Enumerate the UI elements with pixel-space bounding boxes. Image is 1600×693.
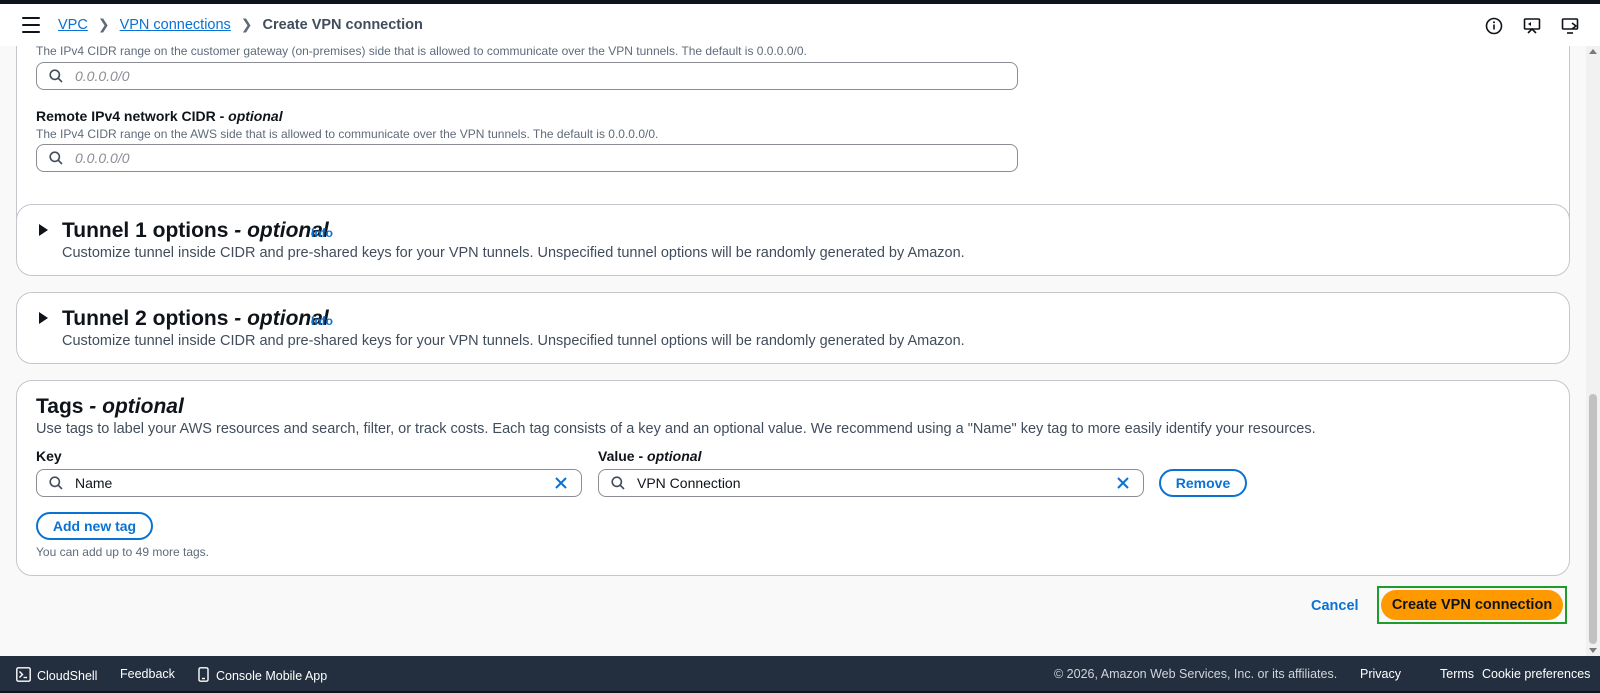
tunnel-2-description: Customize tunnel inside CIDR and pre-sha… xyxy=(62,333,965,349)
remove-tag-button[interactable]: Remove xyxy=(1159,469,1247,497)
tags-limit-hint: You can add up to 49 more tags. xyxy=(36,545,210,559)
create-button-highlight: Create VPN connection xyxy=(1377,586,1567,624)
remote-cidr-label-text: Remote IPv4 network CIDR - xyxy=(36,108,229,124)
console-mobile-app-link[interactable]: Console Mobile App xyxy=(198,667,327,685)
scroll-up-arrow-icon[interactable] xyxy=(1589,49,1597,54)
scroll-down-arrow-icon[interactable] xyxy=(1589,648,1597,653)
breadcrumb: VPC ❯ VPN connections ❯ Create VPN conne… xyxy=(58,16,423,33)
tunnel-2-info-link[interactable]: Info xyxy=(311,314,333,328)
tag-value-optional: optional xyxy=(647,448,702,464)
mobile-phone-icon xyxy=(198,667,210,685)
tags-title: Tags - optional xyxy=(36,395,184,419)
menu-icon[interactable] xyxy=(22,17,40,33)
clear-icon[interactable] xyxy=(553,475,569,491)
breadcrumb-vpn-connections[interactable]: VPN connections xyxy=(120,17,231,33)
search-icon xyxy=(49,475,65,491)
display-settings-icon[interactable] xyxy=(1560,16,1580,36)
local-cidr-placeholder: 0.0.0.0/0 xyxy=(75,68,130,84)
top-toolbar xyxy=(1484,16,1580,36)
tunnel-1-panel[interactable]: Tunnel 1 options - optional Info Customi… xyxy=(16,204,1570,276)
mobile-app-label: Console Mobile App xyxy=(216,669,328,683)
breadcrumb-current: Create VPN connection xyxy=(262,16,423,33)
tags-title-text: Tags xyxy=(36,395,84,418)
search-icon xyxy=(49,150,65,166)
tunnel-1-title[interactable]: Tunnel 1 options - optional xyxy=(62,219,329,243)
info-icon[interactable] xyxy=(1484,16,1504,36)
tunnel-2-title[interactable]: Tunnel 2 options - optional xyxy=(62,307,329,331)
terms-link[interactable]: Terms xyxy=(1440,667,1474,681)
search-icon xyxy=(49,68,65,84)
tag-value-label-text: Value - xyxy=(598,448,648,464)
copyright-text: © 2026, Amazon Web Services, Inc. or its… xyxy=(1054,667,1338,681)
chevron-right-icon: ❯ xyxy=(240,16,253,32)
main-content: The IPv4 CIDR range on the customer gate… xyxy=(0,46,1586,656)
tag-value-label: Value - optional xyxy=(598,448,701,464)
caret-right-icon[interactable] xyxy=(39,224,48,236)
remote-cidr-input[interactable]: 0.0.0.0/0 xyxy=(36,144,1018,172)
cloudshell-link[interactable]: CloudShell xyxy=(16,667,97,685)
remote-cidr-optional: optional xyxy=(228,108,283,124)
tags-optional: - optional xyxy=(83,395,184,418)
caret-right-icon[interactable] xyxy=(39,312,48,324)
tunnel-1-title-text: Tunnel 1 options xyxy=(62,219,229,242)
tunnel-1-description: Customize tunnel inside CIDR and pre-sha… xyxy=(62,245,965,261)
feedback-link[interactable]: Feedback xyxy=(120,667,175,681)
tags-panel: Tags - optional Use tags to label your A… xyxy=(16,380,1570,576)
tag-key-value: Name xyxy=(75,475,113,491)
cloudshell-label: CloudShell xyxy=(37,669,98,683)
tunnel-2-panel[interactable]: Tunnel 2 options - optional Info Customi… xyxy=(16,292,1570,364)
scroll-thumb[interactable] xyxy=(1589,394,1597,644)
cookie-preferences-link[interactable]: Cookie preferences xyxy=(1482,667,1590,681)
top-navigation-bar: VPC ❯ VPN connections ❯ Create VPN conne… xyxy=(0,4,1600,46)
tunnel-1-info-link[interactable]: Info xyxy=(311,226,333,240)
remote-cidr-description: The IPv4 CIDR range on the AWS side that… xyxy=(36,127,659,141)
tags-description: Use tags to label your AWS resources and… xyxy=(36,421,1316,437)
local-cidr-description: The IPv4 CIDR range on the customer gate… xyxy=(36,46,807,58)
tag-key-label: Key xyxy=(36,448,62,464)
chevron-right-icon: ❯ xyxy=(97,16,110,32)
search-icon xyxy=(611,475,627,491)
add-new-tag-button[interactable]: Add new tag xyxy=(36,512,153,540)
local-cidr-input[interactable]: 0.0.0.0/0 xyxy=(36,62,1018,90)
breadcrumb-vpc[interactable]: VPC xyxy=(58,17,88,33)
remote-cidr-label: Remote IPv4 network CIDR - optional xyxy=(36,108,283,124)
page-scrollbar[interactable] xyxy=(1586,46,1600,656)
remote-cidr-placeholder: 0.0.0.0/0 xyxy=(75,150,130,166)
terminal-icon xyxy=(16,667,31,685)
feedback-screen-icon[interactable] xyxy=(1522,16,1542,36)
cancel-button[interactable]: Cancel xyxy=(1311,598,1359,614)
privacy-link[interactable]: Privacy xyxy=(1360,667,1401,681)
tunnel-2-title-text: Tunnel 2 options xyxy=(62,307,229,330)
console-footer: CloudShell Feedback Console Mobile App ©… xyxy=(0,656,1600,693)
tag-key-input[interactable]: Name xyxy=(36,469,582,497)
tag-value-input[interactable]: VPN Connection xyxy=(598,469,1144,497)
tag-value-value: VPN Connection xyxy=(637,475,741,491)
clear-icon[interactable] xyxy=(1115,475,1131,491)
create-vpn-connection-button[interactable]: Create VPN connection xyxy=(1381,590,1563,620)
